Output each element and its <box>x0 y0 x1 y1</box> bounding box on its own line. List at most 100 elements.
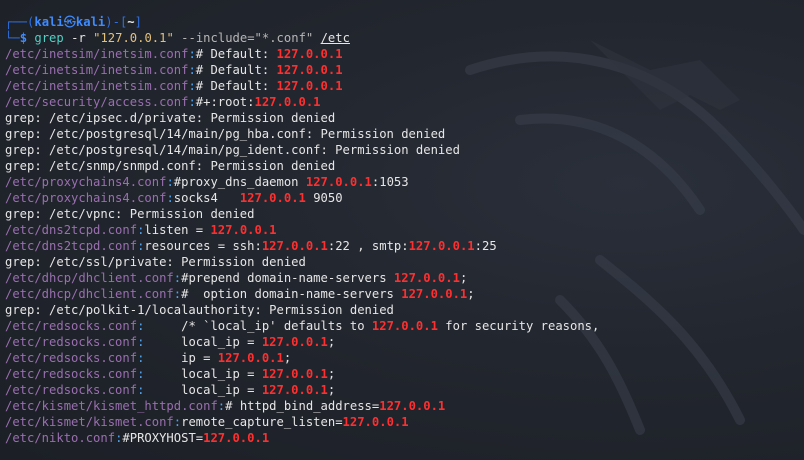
match-highlight: 127.0.0.1 <box>393 271 460 285</box>
error-text: grep: /etc/ssl/private: Permission denie… <box>5 255 306 269</box>
line-text: /* `local_ip' defaults to <box>144 319 372 333</box>
matched-file-path: /etc/redsocks.conf <box>5 351 138 365</box>
grep-match-line: /etc/proxychains4.conf:socks4 127.0.0.1 … <box>5 190 804 206</box>
prompt-dollar: $ <box>19 31 28 45</box>
line-text: local_ip = <box>144 367 262 381</box>
command-pattern: "127.0.0.1" <box>93 31 174 45</box>
line-text: local_ip = <box>144 383 262 397</box>
line-text: ; <box>327 335 336 349</box>
matched-file-path: /etc/proxychains4.conf <box>5 191 167 205</box>
separator-colon: : <box>173 271 182 285</box>
line-text: local_ip = <box>144 335 262 349</box>
line-text: ; <box>467 287 475 301</box>
line-text: socks4 <box>173 191 240 205</box>
grep-match-line: /etc/kismet/kismet.conf:remote_capture_l… <box>5 414 804 430</box>
line-text: #proxy_dns_daemon <box>173 175 306 189</box>
grep-match-line: /etc/redsocks.conf: local_ip = 127.0.0.1… <box>5 334 804 350</box>
prompt-line-command[interactable]: └─$ grep -r "127.0.0.1" --include="*.con… <box>5 30 804 46</box>
line-text: resources = ssh: <box>144 239 262 253</box>
matched-file-path: /etc/dns2tcpd.conf <box>5 223 138 237</box>
match-highlight: 127.0.0.1 <box>371 319 438 333</box>
command-name: grep <box>34 31 64 45</box>
line-text: #+:root: <box>195 95 255 109</box>
match-highlight: 127.0.0.1 <box>408 239 475 253</box>
prompt-cwd: ~ <box>127 15 135 29</box>
grep-error-line: grep: /etc/postgresql/14/main/pg_ident.c… <box>5 142 804 158</box>
grep-match-line: /etc/kismet/kismet_httpd.conf:# httpd_bi… <box>5 398 804 414</box>
separator-colon: : <box>166 175 174 189</box>
matched-file-path: /etc/inetsim/inetsim.conf <box>5 47 189 61</box>
match-highlight: 127.0.0.1 <box>379 399 446 413</box>
line-text: remote_capture_listen= <box>181 415 343 429</box>
grep-match-line: /etc/inetsim/inetsim.conf:# Default: 127… <box>5 78 804 94</box>
match-highlight: 127.0.0.1 <box>261 335 328 349</box>
grep-match-line: /etc/dhcp/dhclient.conf:#prepend domain-… <box>5 270 804 286</box>
separator-colon: : <box>188 79 196 93</box>
grep-results: /etc/inetsim/inetsim.conf:# Default: 127… <box>5 46 804 446</box>
matched-file-path: /etc/kismet/kismet.conf <box>5 415 174 429</box>
grep-error-line: grep: /etc/ssl/private: Permission denie… <box>5 254 804 270</box>
line-text: ; <box>327 383 336 397</box>
grep-match-line: /etc/redsocks.conf: local_ip = 127.0.0.1… <box>5 366 804 382</box>
kali-skull-icon: ㉿ <box>63 15 76 29</box>
matched-file-path: /etc/redsocks.conf <box>5 335 138 349</box>
separator-colon: : <box>166 191 174 205</box>
line-text: #prepend domain-name-servers <box>181 271 394 285</box>
prompt-line-top: ┌──(kali㉿kali)-[~] <box>5 14 804 30</box>
terminal-window[interactable]: ┌──(kali㉿kali)-[~] └─$ grep -r "127.0.0.… <box>0 0 804 460</box>
match-highlight: 127.0.0.1 <box>342 415 409 429</box>
match-highlight: 127.0.0.1 <box>276 79 343 93</box>
command-include: --include="*.conf" <box>181 31 314 45</box>
match-highlight: 127.0.0.1 <box>210 223 277 237</box>
terminal-output: ┌──(kali㉿kali)-[~] └─$ grep -r "127.0.0.… <box>5 14 804 446</box>
grep-error-line: grep: /etc/ipsec.d/private: Permission d… <box>5 110 804 126</box>
matched-file-path: /etc/inetsim/inetsim.conf <box>5 79 189 93</box>
line-text: 9050 <box>305 191 343 205</box>
match-highlight: 127.0.0.1 <box>261 239 328 253</box>
matched-file-path: /etc/dhcp/dhclient.conf <box>5 287 174 301</box>
match-highlight: 127.0.0.1 <box>254 95 321 109</box>
grep-match-line: /etc/inetsim/inetsim.conf:# Default: 127… <box>5 62 804 78</box>
grep-match-line: /etc/nikto.conf:#PROXYHOST=127.0.0.1 <box>5 430 804 446</box>
separator-colon: : <box>188 47 196 61</box>
error-text: grep: /etc/snmp/snmpd.conf: Permission d… <box>5 159 336 173</box>
grep-match-line: /etc/security/access.conf:#+:root:127.0.… <box>5 94 804 110</box>
matched-file-path: /etc/kismet/kismet_httpd.conf <box>5 399 218 413</box>
line-text: for security reasons, <box>437 319 600 333</box>
matched-file-path: /etc/nikto.conf <box>5 431 116 445</box>
grep-match-line: /etc/dhcp/dhclient.conf:# option domain-… <box>5 286 804 302</box>
line-text: :25 <box>474 239 497 253</box>
line-text: ip = <box>144 351 218 365</box>
prompt-frame-end: ] <box>134 15 142 29</box>
error-text: grep: /etc/postgresql/14/main/pg_ident.c… <box>5 143 460 157</box>
grep-error-line: grep: /etc/snmp/snmpd.conf: Permission d… <box>5 158 804 174</box>
match-highlight: 127.0.0.1 <box>401 287 468 301</box>
separator-colon: : <box>188 63 196 77</box>
matched-file-path: /etc/inetsim/inetsim.conf <box>5 63 189 77</box>
error-text: grep: /etc/polkit-1/localauthority: Perm… <box>5 303 394 317</box>
grep-match-line: /etc/redsocks.conf: /* `local_ip' defaul… <box>5 318 804 334</box>
matched-file-path: /etc/redsocks.conf <box>5 383 138 397</box>
command-flag: -r <box>71 31 86 45</box>
prompt-host: kali <box>75 15 106 29</box>
line-text: # httpd_bind_address= <box>225 399 380 413</box>
prompt-frame-mid: )-[ <box>105 15 128 29</box>
line-text: :22 , smtp: <box>327 239 409 253</box>
line-text: listen = <box>144 223 211 237</box>
matched-file-path: /etc/security/access.conf <box>5 95 189 109</box>
line-text: #PROXYHOST= <box>122 431 204 445</box>
separator-colon: : <box>173 415 182 429</box>
grep-error-line: grep: /etc/postgresql/14/main/pg_hba.con… <box>5 126 804 142</box>
line-text: :1053 <box>371 175 409 189</box>
match-highlight: 127.0.0.1 <box>239 191 306 205</box>
prompt-user: kali <box>34 15 64 29</box>
command-target: /etc <box>320 31 350 45</box>
separator-colon: : <box>173 287 182 301</box>
grep-error-line: grep: /etc/polkit-1/localauthority: Perm… <box>5 302 804 318</box>
error-text: grep: /etc/ipsec.d/private: Permission d… <box>5 111 336 125</box>
grep-match-line: /etc/redsocks.conf: local_ip = 127.0.0.1… <box>5 382 804 398</box>
grep-match-line: /etc/redsocks.conf: ip = 127.0.0.1; <box>5 350 804 366</box>
matched-file-path: /etc/dns2tcpd.conf <box>5 239 138 253</box>
match-highlight: 127.0.0.1 <box>261 383 328 397</box>
grep-match-line: /etc/dns2tcpd.conf:listen = 127.0.0.1 <box>5 222 804 238</box>
